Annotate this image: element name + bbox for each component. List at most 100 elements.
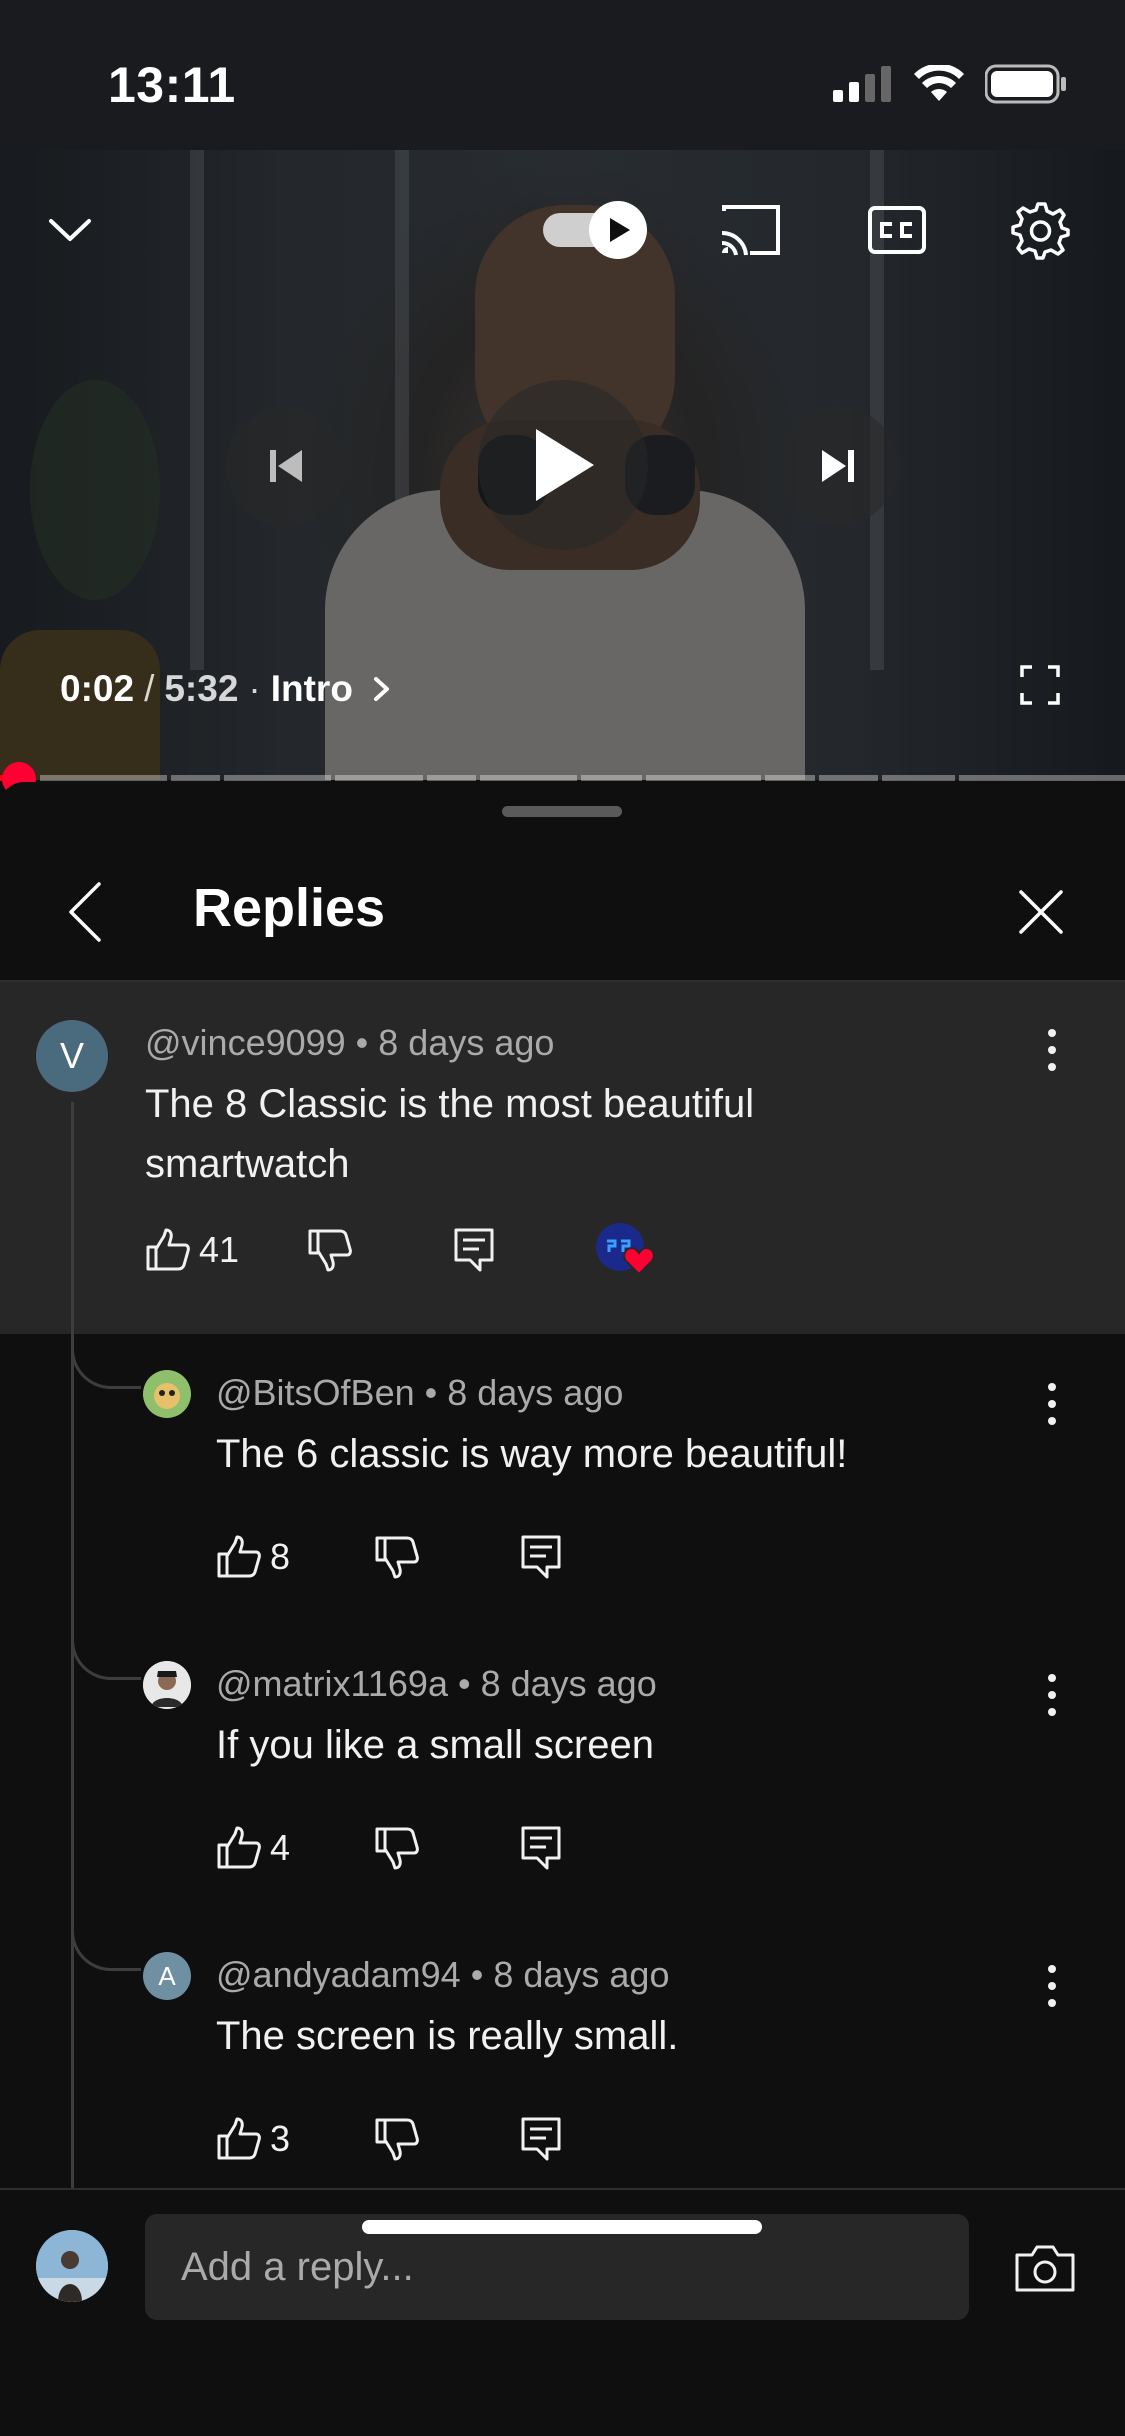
collapse-player-button[interactable] [40,200,100,260]
back-button[interactable] [55,877,115,947]
meta-dot: • [470,1954,484,1995]
captions-button[interactable] [862,195,932,265]
reply-button[interactable] [520,2116,562,2162]
kebab-dot [1048,1999,1056,2007]
user-photo-icon [36,2230,108,2302]
reply-author[interactable]: @andyadam94 [216,1954,461,1995]
comment-meta: @vince9099 • 8 days ago [145,1022,554,1064]
home-indicator[interactable] [362,2220,762,2234]
kebab-dot [1048,1965,1056,1973]
thumbs-up-icon [217,2117,261,2160]
battery-icon [985,64,1066,104]
comment-icon [521,1535,561,1579]
like-button[interactable]: 41 [145,1228,239,1272]
chapter-segment [479,775,578,781]
kebab-dot [1048,1029,1056,1037]
comment-time: 8 days ago [378,1022,555,1063]
chapter-dot: · [248,668,261,709]
kebab-dot [1048,1674,1056,1682]
parent-comment[interactable]: V @vince9099 • 8 days ago The 8 Classic is… [0,982,1125,1334]
reply-button[interactable] [520,1825,562,1871]
dislike-button[interactable] [374,1535,420,1579]
reply-actions: 3 [216,2116,562,2162]
reply-menu-button[interactable] [1032,1956,1072,2016]
avatar[interactable] [143,1661,191,1709]
time-display[interactable]: 0:02 / 5:32 · Intro [60,668,397,710]
fullscreen-icon [1020,665,1060,705]
comment-author[interactable]: @vince9099 [145,1022,346,1063]
chapter-segment [819,775,878,781]
avatar[interactable]: V [36,1020,108,1092]
closed-captions-icon [868,206,926,254]
dislike-button[interactable] [374,2117,420,2161]
camera-button[interactable] [1010,2238,1080,2298]
reply-time: 8 days ago [480,1663,657,1704]
video-progress-bar[interactable] [0,775,1125,781]
avatar-cartoon-icon [143,1370,191,1418]
reply-time: 8 days ago [447,1372,624,1413]
heart-icon [623,1246,655,1276]
chapter-segment [581,775,642,781]
meta-dot: • [457,1663,471,1704]
play-button[interactable] [478,380,648,550]
cast-button[interactable] [715,195,785,265]
kebab-dot [1048,1982,1056,1990]
kebab-dot [1048,1400,1056,1408]
avatar-photo-icon [143,1661,191,1709]
reply-author[interactable]: @matrix1169a [216,1663,448,1704]
cellular-signal-icon [833,66,891,102]
video-player[interactable]: 0:02 / 5:32 · Intro [0,150,1125,780]
reply-author[interactable]: @BitsOfBen [216,1372,415,1413]
autoplay-toggle[interactable] [535,195,655,265]
reply-time: 8 days ago [493,1954,670,1995]
current-user-avatar[interactable] [36,2230,108,2302]
kebab-dot [1048,1708,1056,1716]
reply-menu-button[interactable] [1032,1665,1072,1725]
like-button[interactable]: 8 [216,1535,290,1579]
close-button[interactable] [1010,877,1072,947]
chapter-segment [170,775,220,781]
kebab-dot [1048,1383,1056,1391]
settings-button[interactable] [1005,195,1075,265]
comment-menu-button[interactable] [1032,1020,1072,1080]
comment-icon [454,1228,494,1272]
reply-button[interactable] [453,1227,495,1273]
cast-icon [721,205,780,256]
thumbs-down-icon [375,1536,419,1579]
fullscreen-button[interactable] [1015,660,1065,710]
sheet-drag-handle[interactable] [502,806,622,817]
chapter-segment [223,775,331,781]
avatar[interactable]: A [143,1952,191,2000]
dislike-button[interactable] [374,1826,420,1870]
chevron-right-icon [373,677,389,701]
close-icon [1019,890,1063,934]
creator-heart [595,1222,657,1278]
current-time: 0:02 [60,668,135,709]
like-button[interactable]: 4 [216,1826,290,1870]
comment-actions: 41 [145,1222,657,1278]
next-video-button[interactable] [778,406,898,526]
previous-video-button[interactable] [226,406,346,526]
thread-branch [71,1334,141,1389]
like-count: 41 [199,1229,240,1270]
reply-button[interactable] [520,1534,562,1580]
avatar[interactable] [143,1370,191,1418]
time-separator: / [144,668,155,709]
thumbs-down-icon [375,1827,419,1870]
camera-icon [1015,2245,1075,2292]
autoplay-toggle-icon [543,201,647,259]
reply-meta: @matrix1169a • 8 days ago [216,1663,657,1705]
chapter-segment [334,775,423,781]
skip-next-icon [822,450,854,482]
comment-icon [521,2117,561,2161]
chevron-down-icon [49,219,91,241]
gear-icon [1011,202,1070,260]
dislike-button[interactable] [307,1228,353,1272]
reply-menu-button[interactable] [1032,1374,1072,1434]
chapter-title[interactable]: Intro [271,668,353,710]
like-button[interactable]: 3 [216,2117,290,2161]
meta-dot: • [355,1022,369,1063]
status-bar: 13:11 [0,0,1125,150]
thread-line [71,1102,74,2222]
sheet-title: Replies [193,878,386,938]
